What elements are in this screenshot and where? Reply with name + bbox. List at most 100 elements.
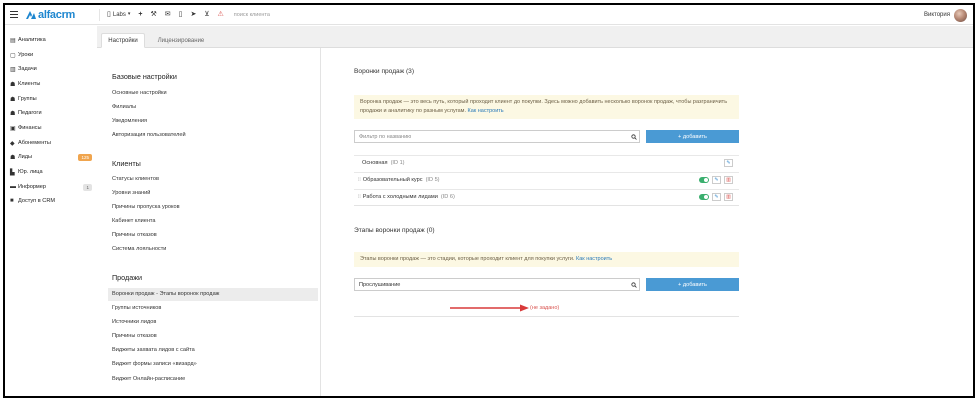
sidebar-item-legal-entities[interactable]: ▙ Юр. лица [10, 166, 92, 178]
stages-help-link[interactable]: Как настроить [576, 256, 612, 262]
funnel-active-toggle[interactable] [699, 194, 709, 200]
notifications-button[interactable]: ⚠ [214, 5, 228, 25]
sidebar-item-crm-access[interactable]: ■ Доступ в CRM [10, 195, 92, 207]
funnels-help-link[interactable]: Как настроить [468, 108, 504, 114]
add-stage-button[interactable]: + добавить [646, 278, 739, 291]
sidebar-item-label: Информер [18, 184, 47, 190]
delete-funnel-button[interactable]: ▥ [724, 193, 733, 201]
settings-link-source-groups[interactable]: Группы источников [112, 305, 161, 311]
sidebar-item-label: Абонементы [18, 140, 51, 146]
tab-settings[interactable]: Настройки [101, 33, 145, 48]
divider [354, 316, 739, 317]
settings-link-wizard-widget[interactable]: Виджет формы записи «визард» [112, 361, 197, 367]
top-bar: alfacrm ▯ Labs ▾ + ⚒ ✉ ▯ ➤ ⊻ ⚠ поиск кли… [5, 5, 973, 25]
settings-link-auth[interactable]: Авторизация пользователей [112, 132, 186, 138]
settings-link-main[interactable]: Основные настройки [112, 90, 167, 96]
settings-link-refusal-reasons[interactable]: Причины отказов [112, 232, 157, 238]
wrench-icon: ⚒ [150, 11, 157, 18]
settings-link-client-cabinet[interactable]: Кабинет клиента [112, 218, 156, 224]
user-name: Виктория [923, 12, 950, 18]
user-menu[interactable]: Виктория [924, 5, 967, 25]
clients-heading: Клиенты [112, 159, 141, 168]
row-actions: ✎ ▥ [699, 176, 733, 184]
drag-handle-icon[interactable]: ⁞⁞ [358, 177, 361, 183]
lock-icon: ■ [10, 198, 14, 204]
settings-link-client-statuses[interactable]: Статусы клиентов [112, 176, 159, 182]
delete-funnel-button[interactable]: ▥ [724, 176, 733, 184]
edit-funnel-button[interactable]: ✎ [712, 176, 721, 184]
arrow-annotation-icon [450, 304, 529, 312]
sidebar-item-label: Аналитика [18, 37, 46, 43]
mail-button[interactable]: ✉ [161, 5, 175, 25]
funnel-id: (ID 6) [440, 194, 455, 200]
settings-link-lead-widgets[interactable]: Виджеты захвата лидов с сайта [112, 347, 195, 353]
branch-selector[interactable]: ▯ Labs ▾ [103, 5, 134, 25]
informer-icon: ▬ [10, 184, 16, 190]
brand-logo[interactable]: alfacrm [26, 9, 96, 21]
settings-link-branches[interactable]: Филиалы [112, 104, 136, 110]
sidebar-item-informer[interactable]: ▬ Информер 1 [10, 181, 92, 193]
stage-search-button[interactable] [628, 278, 640, 291]
settings-link-schedule-widget[interactable]: Виджет Онлайн-расписание [112, 376, 185, 382]
funnel-search-button[interactable] [628, 130, 640, 143]
settings-link-knowledge-levels[interactable]: Уровни знаний [112, 190, 150, 196]
sidebar-item-teachers[interactable]: ☗ Педагоги [10, 107, 92, 119]
phone-button[interactable]: ▯ [175, 5, 187, 25]
funnel-filter-input[interactable]: Фильтр по названию [354, 130, 640, 143]
sidebar-item-finance[interactable]: ▣ Финансы [10, 122, 92, 134]
add-button[interactable]: + [134, 5, 146, 25]
sidebar-item-groups[interactable]: ☗ Группы [10, 93, 92, 105]
table-row: Основная (ID 1) ✎ [354, 155, 739, 170]
sidebar-item-tasks[interactable]: ▥ Задачи [10, 63, 92, 75]
sidebar-item-analytics[interactable]: ▤ Аналитика [10, 34, 92, 46]
funnels-count: (3) [405, 68, 415, 75]
drag-handle-icon[interactable]: ⁞⁞ [358, 194, 361, 200]
funnels-info-note: Воронка продаж — это весь путь, который … [354, 95, 739, 119]
settings-link-funnels[interactable]: Воронки продаж - Этапы воронок продаж [112, 291, 219, 297]
row-actions: ✎ ▥ [699, 193, 733, 201]
menu-icon[interactable] [5, 5, 23, 25]
edit-funnel-button[interactable]: ✎ [712, 193, 721, 201]
add-funnel-button[interactable]: + добавить [646, 130, 739, 143]
tasks-icon: ▥ [10, 66, 16, 73]
funnel-name: Образовательный курс [362, 177, 423, 183]
trash-icon: ▥ [726, 177, 731, 183]
settings-link-lead-sources[interactable]: Источники лидов [112, 319, 156, 325]
sidebar-item-leads[interactable]: ☗ Лиды 125 [10, 151, 92, 163]
table-row: ⁞⁞ Образовательный курс (ID 5) ✎ ▥ [354, 172, 739, 187]
chart-icon: ▤ [10, 37, 16, 44]
funnel-active-toggle[interactable] [699, 177, 709, 183]
leads-icon: ☗ [10, 154, 16, 161]
sidebar-item-label: Лиды [18, 154, 33, 160]
teacher-icon: ☗ [10, 110, 16, 117]
funnel-name: Работа с холодными лидами [362, 194, 438, 200]
settings-link-notifications[interactable]: Уведомления [112, 118, 147, 124]
stage-filter-input[interactable]: Прослушивание [354, 278, 640, 291]
tools-button[interactable]: ⚒ [146, 5, 160, 25]
sidebar-item-clients[interactable]: ☗ Клиенты [10, 78, 92, 90]
app-window: alfacrm ▯ Labs ▾ + ⚒ ✉ ▯ ➤ ⊻ ⚠ поиск кли… [3, 3, 975, 398]
leads-count-badge: 125 [78, 153, 92, 161]
sidebar-item-lessons[interactable]: ▢ Уроки [10, 49, 92, 61]
chevron-down-icon: ▾ [127, 11, 131, 17]
settings-link-absence-reasons[interactable]: Причины пропуска уроков [112, 204, 180, 210]
cart-button[interactable]: ⊻ [200, 5, 213, 25]
send-button[interactable]: ➤ [187, 5, 201, 25]
pencil-icon: ✎ [714, 194, 719, 200]
client-search-input[interactable]: поиск клиента [234, 12, 270, 18]
sidebar: ▤ Аналитика ▢ Уроки ▥ Задачи ☗ Клиенты ☗ Груп… [5, 26, 97, 396]
trash-icon: ▥ [726, 194, 731, 200]
search-icon [630, 133, 637, 140]
funnels-panel: Воронки продаж (3) Воронка продаж — это … [325, 48, 973, 396]
cart-icon: ⊻ [204, 11, 210, 18]
divider [354, 205, 739, 206]
money-icon: ▣ [10, 125, 16, 132]
settings-link-sales-refusal-reasons[interactable]: Причины отказов [112, 333, 157, 339]
edit-funnel-button[interactable]: ✎ [724, 159, 733, 167]
tab-licensing[interactable]: Лицензирование [151, 33, 211, 48]
settings-menu: Базовые настройки Основные настройки Фил… [97, 48, 321, 396]
sidebar-item-subscriptions[interactable]: ◆ Абонементы [10, 137, 92, 149]
sidebar-item-label: Группы [18, 96, 37, 102]
settings-link-loyalty[interactable]: Система лояльности [112, 246, 166, 252]
sidebar-item-label: Клиенты [18, 81, 41, 87]
